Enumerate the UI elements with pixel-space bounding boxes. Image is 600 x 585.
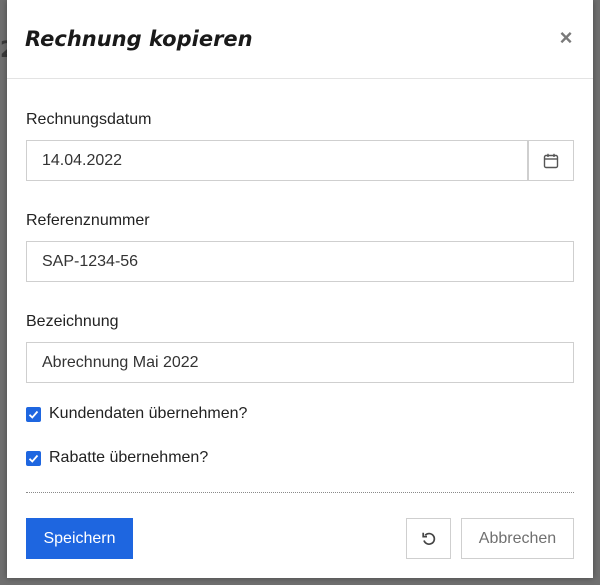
checkmark-icon [28, 454, 39, 463]
dialog-title: Rechnung kopieren [25, 27, 253, 51]
cancel-button[interactable]: Abbrechen [461, 518, 574, 559]
calendar-button[interactable] [528, 140, 574, 181]
footer-divider [26, 492, 574, 493]
dialog-header: Rechnung kopieren × [7, 0, 593, 79]
copy-invoice-dialog: Rechnung kopieren × Rechnungsdatum 14.04… [7, 0, 593, 578]
close-button[interactable]: × [557, 27, 575, 49]
copy-customer-data-checkbox[interactable] [26, 406, 41, 422]
save-button[interactable]: Speichern [26, 518, 133, 559]
copy-discounts-label: Rabatte übernehmen? [49, 449, 209, 466]
reset-button[interactable] [406, 518, 451, 559]
invoice-date-label: Rechnungsdatum [26, 111, 152, 128]
reference-number-input[interactable]: SAP-1234-56 [26, 241, 574, 282]
copy-discounts-checkbox-row[interactable]: Rabatte übernehmen? [26, 449, 208, 467]
reference-number-label: Referenznummer [26, 212, 150, 229]
copy-customer-data-label: Kundendaten übernehmen? [49, 405, 248, 422]
checkmark-icon [28, 410, 39, 419]
invoice-date-input[interactable]: 14.04.2022 [26, 140, 528, 181]
description-label: Bezeichnung [26, 313, 119, 330]
copy-customer-data-checkbox-row[interactable]: Kundendaten übernehmen? [26, 405, 247, 423]
calendar-icon [543, 153, 559, 168]
copy-discounts-checkbox[interactable] [26, 450, 41, 466]
undo-icon [421, 532, 435, 545]
description-input[interactable]: Abrechnung Mai 2022 [26, 342, 574, 383]
